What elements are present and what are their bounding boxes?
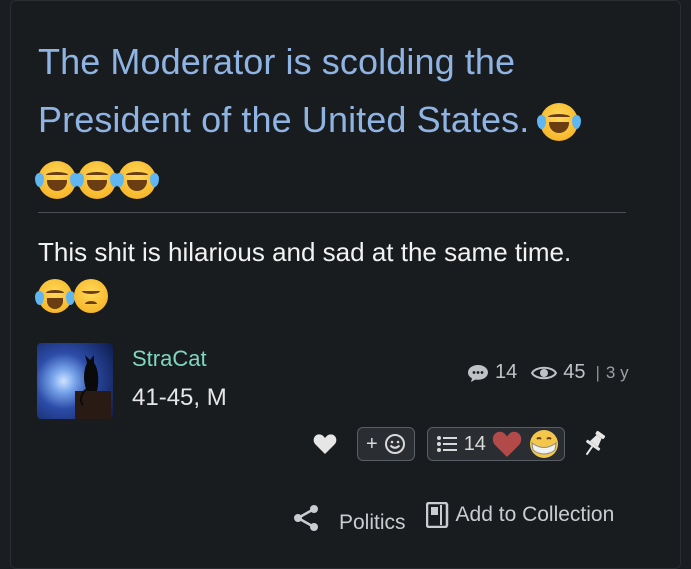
post-title-block: The Moderator is scolding the President … [35, 33, 638, 207]
author-name[interactable]: StraCat [132, 346, 207, 372]
reaction-bar: + 14 [313, 425, 607, 463]
pin-icon[interactable] [581, 429, 607, 459]
laughing-crying-emoji-icon [536, 103, 581, 142]
reactions-list-button[interactable]: 14 [426, 427, 565, 461]
heart-reaction-icon [492, 431, 522, 457]
view-count: 45 [563, 361, 586, 383]
author-age-sex: 41-45, M [132, 384, 227, 411]
comment-icon [468, 364, 488, 382]
laughing-crying-emoji-icon [35, 161, 79, 200]
post-footer: Politics Add to Collection [291, 501, 614, 535]
add-to-collection-button[interactable]: Add to Collection [456, 503, 615, 527]
sad-emoji-icon [74, 279, 108, 314]
category-link[interactable]: Politics [339, 511, 406, 535]
post-stats: 14 45 | 3 y [467, 361, 629, 384]
post-age: 3 y [605, 362, 629, 382]
divider [38, 212, 626, 213]
post-card: The Moderator is scolding the President … [10, 0, 681, 569]
list-icon [436, 436, 457, 452]
laughing-crying-emoji-icon [35, 279, 75, 314]
add-reaction-label: + [366, 432, 378, 455]
eye-icon [531, 366, 558, 379]
laughing-crying-emoji-icon [115, 161, 159, 200]
comment-count: 14 [495, 361, 518, 383]
collection-icon [425, 502, 448, 528]
mask-face-emoji-icon [529, 430, 558, 458]
avatar[interactable] [37, 343, 113, 419]
add-reaction-button[interactable]: + [357, 427, 415, 461]
post-title: The Moderator is scolding the President … [38, 41, 530, 140]
stats-separator: | [595, 362, 600, 382]
share-icon[interactable] [291, 503, 321, 533]
cat-silhouette-icon [75, 355, 111, 419]
reactions-count: 14 [463, 432, 486, 455]
post-body: This shit is hilarious and sad at the sa… [38, 237, 572, 267]
heart-icon[interactable] [313, 433, 337, 455]
smiley-add-icon [384, 434, 405, 454]
post-body-block: This shit is hilarious and sad at the sa… [35, 231, 638, 315]
laughing-crying-emoji-icon [75, 161, 119, 200]
